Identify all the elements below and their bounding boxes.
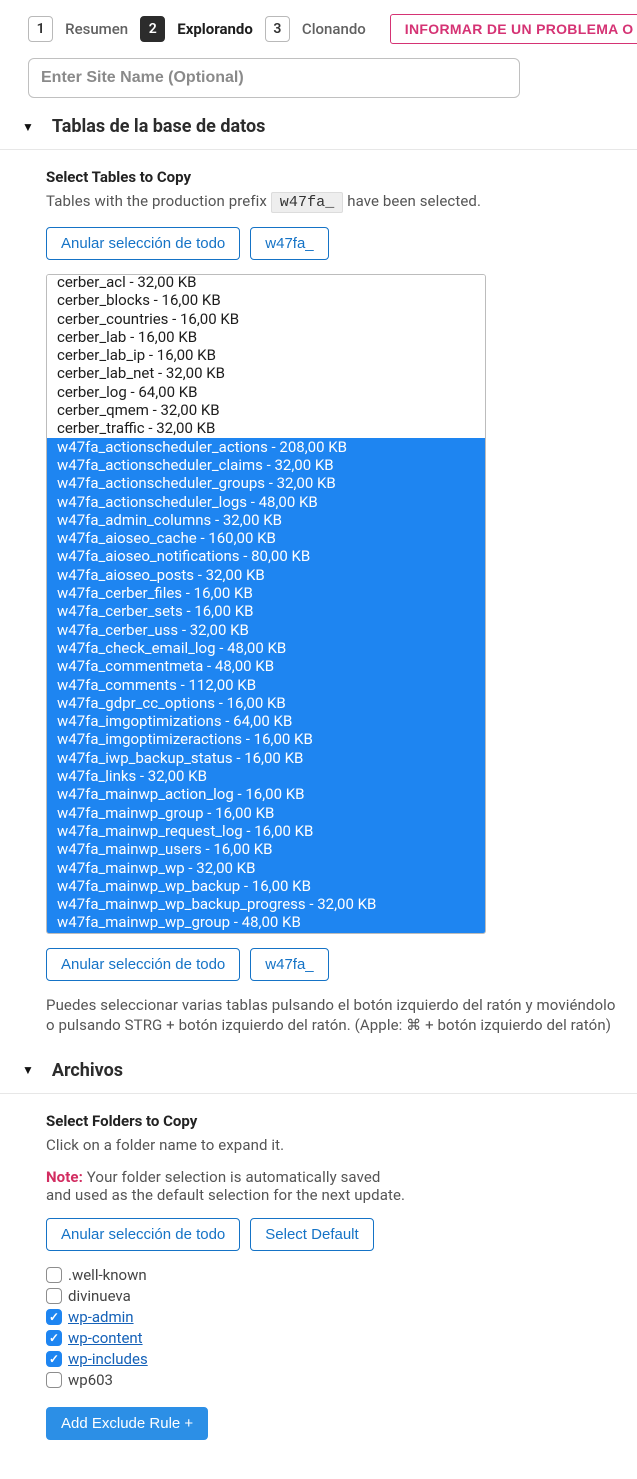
files-note: Note: Your folder selection is automatic… [46, 1168, 621, 1204]
files-subtext: Click on a folder name to expand it. [46, 1136, 621, 1154]
folder-label[interactable]: wp-content [68, 1328, 143, 1349]
folders-select-default-button[interactable]: Select Default [250, 1218, 373, 1251]
folder-row: wp-content [46, 1328, 621, 1349]
table-row[interactable]: cerber_log - 64,00 KB [47, 383, 485, 401]
folders-unselect-all-button[interactable]: Anular selección de todo [46, 1218, 240, 1251]
table-row[interactable]: cerber_lab_net - 32,00 KB [47, 364, 485, 382]
table-row[interactable]: w47fa_aioseo_notifications - 80,00 KB [47, 547, 485, 565]
multiselect-hint: Puedes seleccionar varias tablas pulsand… [46, 995, 621, 1036]
step-1-num[interactable]: 1 [28, 16, 53, 42]
table-row[interactable]: w47fa_check_email_log - 48,00 KB [47, 639, 485, 657]
folder-checkbox[interactable] [46, 1351, 62, 1367]
table-row[interactable]: w47fa_mainwp_wp - 32,00 KB [47, 859, 485, 877]
folder-row: wp-includes [46, 1349, 621, 1370]
step-3-label[interactable]: Clonando [302, 20, 366, 38]
folder-checkbox[interactable] [46, 1330, 62, 1346]
folder-label[interactable]: wp-includes [68, 1349, 148, 1370]
step-2-num[interactable]: 2 [140, 16, 165, 42]
folder-label: .well-known [68, 1265, 147, 1286]
table-row[interactable]: w47fa_actionscheduler_actions - 208,00 K… [47, 438, 485, 456]
table-row[interactable]: w47fa_gdpr_cc_options - 16,00 KB [47, 694, 485, 712]
table-row[interactable]: w47fa_actionscheduler_groups - 32,00 KB [47, 474, 485, 492]
files-subheading: Select Folders to Copy [46, 1112, 621, 1130]
section-header-db[interactable]: ▼ Tablas de la base de datos [0, 98, 637, 150]
tables-listbox[interactable]: cerber_acl - 32,00 KBcerber_blocks - 16,… [46, 274, 486, 934]
folder-row: wp603 [46, 1370, 621, 1391]
section-title-files: Archivos [52, 1060, 123, 1081]
table-row[interactable]: w47fa_mainwp_wp_backup_progress - 32,00 … [47, 895, 485, 913]
table-row[interactable]: w47fa_cerber_sets - 16,00 KB [47, 602, 485, 620]
table-row[interactable]: w47fa_links - 32,00 KB [47, 767, 485, 785]
table-row[interactable]: cerber_qmem - 32,00 KB [47, 401, 485, 419]
table-row[interactable]: cerber_lab - 16,00 KB [47, 328, 485, 346]
table-row[interactable]: w47fa_iwp_backup_status - 16,00 KB [47, 749, 485, 767]
folder-checkbox[interactable] [46, 1372, 62, 1388]
folder-list: .well-knowndivinuevawp-adminwp-contentwp… [46, 1265, 621, 1391]
table-row[interactable]: w47fa_mainwp_request_log - 16,00 KB [47, 822, 485, 840]
table-row[interactable]: w47fa_cerber_uss - 32,00 KB [47, 621, 485, 639]
select-prefix-bottom-button[interactable]: w47fa_ [250, 948, 328, 981]
table-row[interactable]: w47fa_aioseo_posts - 32,00 KB [47, 566, 485, 584]
step-2-label[interactable]: Explorando [177, 20, 253, 38]
table-row[interactable]: w47fa_actionscheduler_logs - 48,00 KB [47, 493, 485, 511]
section-header-files[interactable]: ▼ Archivos [0, 1042, 637, 1094]
table-row[interactable]: w47fa_comments - 112,00 KB [47, 676, 485, 694]
table-row[interactable]: cerber_lab_ip - 16,00 KB [47, 346, 485, 364]
table-row[interactable]: w47fa_imgoptimizeractions - 16,00 KB [47, 730, 485, 748]
table-row[interactable]: w47fa_mainwp_wp_group - 48,00 KB [47, 913, 485, 931]
folder-row: .well-known [46, 1265, 621, 1286]
step-1-label[interactable]: Resumen [65, 20, 128, 38]
folder-label[interactable]: wp-admin [68, 1307, 134, 1328]
table-row[interactable]: w47fa_mainwp_group - 16,00 KB [47, 804, 485, 822]
table-row[interactable]: cerber_blocks - 16,00 KB [47, 291, 485, 309]
chevron-down-icon: ▼ [22, 1063, 34, 1077]
table-row[interactable]: w47fa_aioseo_cache - 160,00 KB [47, 529, 485, 547]
table-row[interactable]: cerber_countries - 16,00 KB [47, 310, 485, 328]
wizard-steps: 1 Resumen 2 Explorando 3 Clonando INFORM… [0, 14, 637, 44]
unselect-all-top-button[interactable]: Anular selección de todo [46, 227, 240, 260]
folder-row: wp-admin [46, 1307, 621, 1328]
folder-checkbox[interactable] [46, 1267, 62, 1283]
folder-row: divinueva [46, 1286, 621, 1307]
folder-label: divinueva [68, 1286, 131, 1307]
table-row[interactable]: w47fa_mainwp_wp_option - 32,00 KB [47, 932, 485, 934]
table-row[interactable]: cerber_acl - 32,00 KB [47, 274, 485, 291]
folder-label: wp603 [68, 1370, 113, 1391]
table-row[interactable]: w47fa_cerber_files - 16,00 KB [47, 584, 485, 602]
prefix-chip: w47fa_ [271, 192, 344, 213]
table-row[interactable]: w47fa_imgoptimizations - 64,00 KB [47, 712, 485, 730]
folder-checkbox[interactable] [46, 1309, 62, 1325]
db-subheading: Select Tables to Copy [46, 168, 621, 186]
db-prefix-sentence: Tables with the production prefix w47fa_… [46, 192, 621, 213]
table-row[interactable]: cerber_traffic - 32,00 KB [47, 419, 485, 437]
table-row[interactable]: w47fa_admin_columns - 32,00 KB [47, 511, 485, 529]
table-row[interactable]: w47fa_mainwp_users - 16,00 KB [47, 840, 485, 858]
step-3-num[interactable]: 3 [265, 16, 290, 42]
unselect-all-bottom-button[interactable]: Anular selección de todo [46, 948, 240, 981]
table-row[interactable]: w47fa_mainwp_action_log - 16,00 KB [47, 785, 485, 803]
chevron-down-icon: ▼ [22, 120, 34, 134]
report-problem-button[interactable]: INFORMAR DE UN PROBLEMA O [390, 14, 637, 44]
section-title-db: Tablas de la base de datos [52, 116, 265, 137]
site-name-input[interactable] [28, 58, 520, 98]
folder-checkbox[interactable] [46, 1288, 62, 1304]
table-row[interactable]: w47fa_actionscheduler_claims - 32,00 KB [47, 456, 485, 474]
table-row[interactable]: w47fa_mainwp_wp_backup - 16,00 KB [47, 877, 485, 895]
select-prefix-top-button[interactable]: w47fa_ [250, 227, 328, 260]
table-row[interactable]: w47fa_commentmeta - 48,00 KB [47, 657, 485, 675]
add-exclude-rule-button[interactable]: Add Exclude Rule + [46, 1407, 208, 1440]
